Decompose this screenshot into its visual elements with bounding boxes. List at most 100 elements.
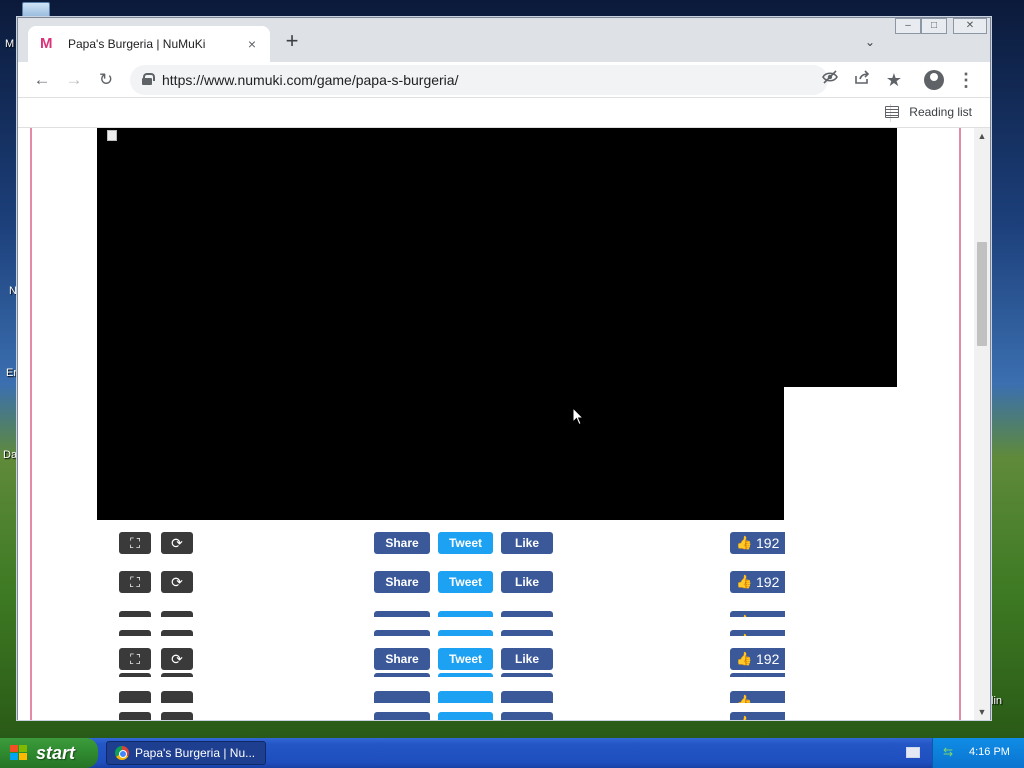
maximize-button[interactable]: □	[921, 18, 947, 34]
reload-game-icon[interactable]	[161, 712, 193, 720]
fullscreen-icon[interactable]	[119, 673, 151, 677]
bookmark-star-icon[interactable]: ★	[882, 68, 906, 92]
scroll-down-arrow-icon[interactable]: ▼	[974, 704, 990, 720]
facebook-share-button[interactable]: Share	[374, 571, 430, 593]
like-count-badge[interactable]	[730, 691, 785, 703]
network-icon[interactable]: ⇆	[943, 746, 957, 758]
facebook-like-button[interactable]	[501, 611, 553, 617]
like-count-badge[interactable]: 192	[730, 532, 785, 554]
like-count-badge[interactable]	[730, 712, 785, 720]
page-scrollbar[interactable]: ▲ ▼	[974, 128, 990, 720]
bookmarks-bar: Reading list	[18, 98, 990, 128]
reload-game-icon[interactable]	[161, 611, 193, 617]
system-tray: ⇆ 4:16 PM	[932, 738, 1024, 768]
url-text[interactable]: https://www.numuki.com/game/papa-s-burge…	[162, 72, 458, 88]
facebook-share-button[interactable]: Share	[374, 648, 430, 670]
facebook-like-button[interactable]	[501, 712, 553, 720]
facebook-share-button[interactable]	[374, 712, 430, 720]
tweet-button[interactable]: Tweet	[438, 648, 493, 670]
share-icon[interactable]	[850, 68, 874, 92]
facebook-like-button[interactable]: Like	[501, 571, 553, 593]
lock-icon[interactable]	[142, 73, 155, 85]
chrome-icon	[115, 746, 129, 760]
page-viewport[interactable]: ⛶ ⟳ Share Tweet Like 192 ⛶ ⟳ Share Tweet…	[18, 128, 974, 720]
game-canvas[interactable]	[97, 128, 897, 520]
taskbar: start Papa's Burgeria | Nu... ⇆ 4:16 PM	[0, 738, 1024, 768]
browser-titlebar: M Papa's Burgeria | NuMuKi × + ⌄ – □ ✕	[18, 18, 990, 62]
reload-game-icon[interactable]	[161, 630, 193, 636]
desktop-icon-label[interactable]: N	[9, 285, 17, 297]
new-tab-button[interactable]: +	[280, 30, 304, 54]
facebook-share-button[interactable]	[374, 673, 430, 677]
fullscreen-icon[interactable]	[119, 611, 151, 617]
facebook-like-button[interactable]	[501, 691, 553, 703]
facebook-share-button[interactable]	[374, 611, 430, 617]
reload-button[interactable]: ↻	[94, 68, 118, 92]
desktop-icon-label[interactable]: Da	[3, 449, 17, 461]
forward-button[interactable]: →	[62, 68, 86, 92]
facebook-share-button[interactable]	[374, 630, 430, 636]
like-count-badge[interactable]	[730, 630, 785, 636]
like-count-badge[interactable]	[730, 611, 785, 617]
game-controls-row-clipped	[97, 673, 785, 677]
game-controls-row-clipped	[97, 611, 785, 617]
reload-game-icon[interactable]	[161, 691, 193, 703]
fullscreen-icon[interactable]	[119, 712, 151, 720]
facebook-like-button[interactable]: Like	[501, 648, 553, 670]
desktop-icon-label[interactable]: M	[5, 38, 14, 50]
keyboard-icon[interactable]	[906, 747, 920, 758]
address-bar[interactable]: https://www.numuki.com/game/papa-s-burge…	[130, 65, 828, 95]
fullscreen-icon[interactable]: ⛶	[119, 571, 151, 593]
facebook-like-button[interactable]	[501, 630, 553, 636]
taskbar-item-label: Papa's Burgeria | Nu...	[135, 746, 256, 760]
eye-slash-icon[interactable]	[818, 68, 842, 92]
reading-list-button[interactable]: Reading list	[885, 105, 972, 119]
reload-game-icon[interactable]: ⟳	[161, 571, 193, 593]
reload-game-icon[interactable]	[161, 673, 193, 677]
tweet-button[interactable]: Tweet	[438, 571, 493, 593]
desktop-icon-label[interactable]: Er	[6, 367, 17, 379]
tweet-button[interactable]: Tweet	[438, 532, 493, 554]
scrollbar-thumb[interactable]	[977, 242, 987, 346]
close-window-button[interactable]: ✕	[953, 18, 987, 34]
reload-game-icon[interactable]: ⟳	[161, 648, 193, 670]
like-count-badge[interactable]: 192	[730, 648, 785, 670]
windows-logo-icon	[10, 745, 28, 761]
tweet-button[interactable]	[438, 691, 493, 703]
reload-game-icon[interactable]: ⟳	[161, 532, 193, 554]
fullscreen-icon[interactable]	[119, 691, 151, 703]
tab-search-chevron-icon[interactable]: ⌄	[860, 32, 880, 52]
minimize-button[interactable]: –	[895, 18, 921, 34]
tab-papas-burgeria[interactable]: M Papa's Burgeria | NuMuKi ×	[28, 26, 270, 62]
reading-list-icon	[885, 106, 900, 118]
taskbar-item-browser[interactable]: Papa's Burgeria | Nu...	[106, 741, 266, 765]
browser-window: M Papa's Burgeria | NuMuKi × + ⌄ – □ ✕ ←…	[17, 17, 991, 720]
facebook-like-button[interactable]: Like	[501, 532, 553, 554]
game-controls-row: ⛶ ⟳ Share Tweet Like 192	[97, 571, 785, 593]
scroll-up-arrow-icon[interactable]: ▲	[974, 128, 990, 144]
tweet-button[interactable]	[438, 611, 493, 617]
mouse-cursor-icon	[572, 407, 584, 426]
desktop-icon-label[interactable]: lin	[991, 695, 1002, 707]
like-count-badge[interactable]	[730, 673, 785, 677]
tweet-button[interactable]	[438, 712, 493, 720]
back-button[interactable]: ←	[30, 68, 54, 92]
clock[interactable]: 4:16 PM	[969, 746, 1010, 758]
facebook-share-button[interactable]: Share	[374, 532, 430, 554]
browser-menu-icon[interactable]: ⋮	[954, 68, 978, 92]
broken-image-icon	[107, 130, 117, 141]
game-loading-area	[784, 387, 897, 520]
game-controls-row-clipped	[97, 630, 785, 636]
facebook-like-button[interactable]	[501, 673, 553, 677]
profile-avatar-icon[interactable]	[924, 70, 944, 90]
fullscreen-icon[interactable]	[119, 630, 151, 636]
tab-close-icon[interactable]: ×	[242, 34, 262, 54]
fullscreen-icon[interactable]: ⛶	[119, 532, 151, 554]
start-button[interactable]: start	[0, 738, 98, 768]
facebook-share-button[interactable]	[374, 691, 430, 703]
like-count-badge[interactable]: 192	[730, 571, 785, 593]
fullscreen-icon[interactable]: ⛶	[119, 648, 151, 670]
start-label: start	[36, 743, 76, 763]
tweet-button[interactable]	[438, 673, 493, 677]
tweet-button[interactable]	[438, 630, 493, 636]
